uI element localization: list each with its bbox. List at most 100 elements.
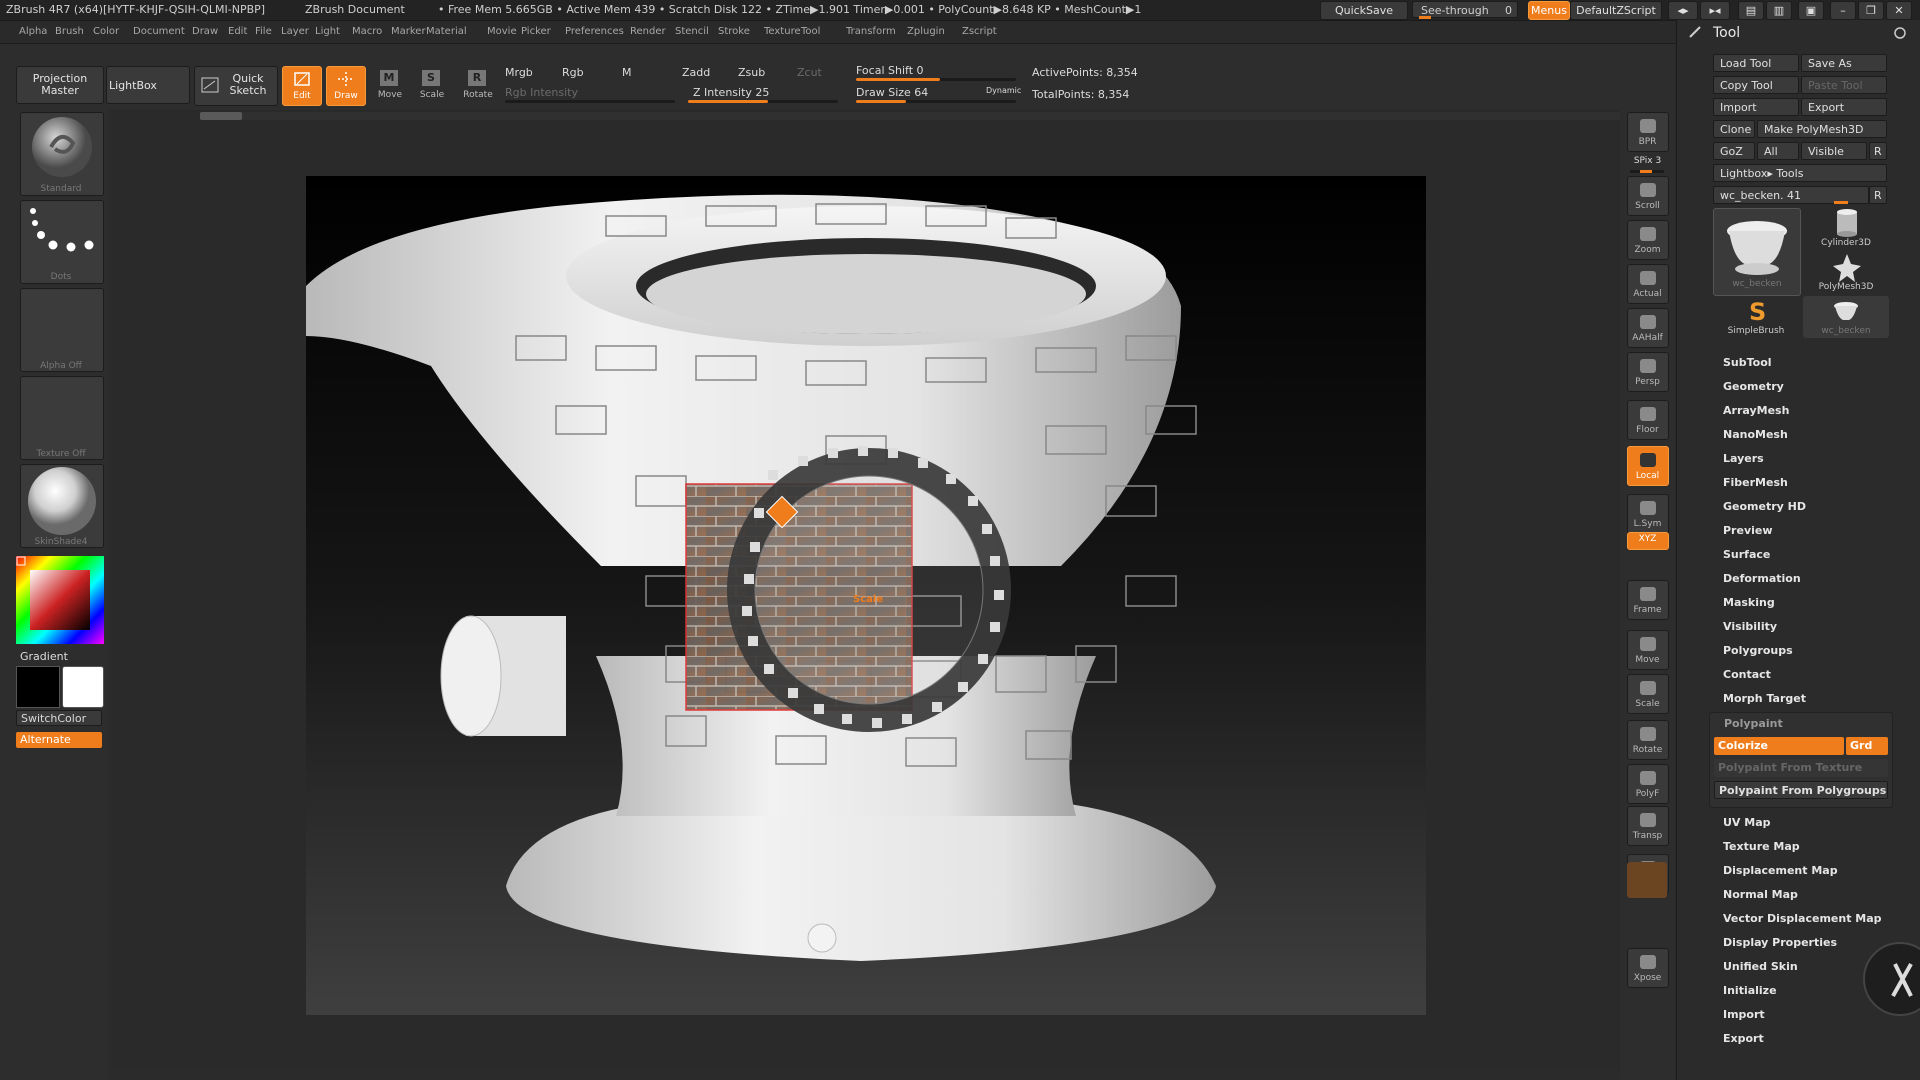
draw-size-slider[interactable]: Draw Size 64 (856, 86, 928, 99)
layout2-icon[interactable]: ▥ (1766, 1, 1792, 20)
texture-selector[interactable] (20, 376, 104, 460)
dynamic-solo-block[interactable] (1627, 862, 1667, 898)
menu-picker[interactable]: Picker (521, 26, 551, 37)
scroll-button[interactable]: Scroll (1627, 176, 1669, 216)
tool-thumb-cylinder3d[interactable]: Cylinder3D (1803, 208, 1889, 250)
floor-button[interactable]: Floor (1627, 400, 1669, 440)
dynamic-toggle[interactable]: Dynamic (986, 86, 1021, 95)
actual-button[interactable]: Actual (1627, 264, 1669, 304)
xpose-button[interactable]: Xpose (1627, 948, 1669, 988)
document-viewport[interactable]: Scale (306, 176, 1426, 1015)
import-button[interactable]: Import (1713, 98, 1799, 116)
local-button[interactable]: Local (1627, 446, 1669, 486)
section-export-sub[interactable]: Export (1723, 1032, 1764, 1045)
menu-preferences[interactable]: Preferences (565, 26, 624, 37)
secondary-color-swatch[interactable] (62, 666, 104, 708)
bpr-button[interactable]: BPR (1627, 112, 1669, 152)
lightbox-tools-button[interactable]: Lightbox▸ Tools (1713, 164, 1887, 182)
polypaint-from-texture-button[interactable]: Polypaint From Texture (1714, 759, 1888, 777)
draw-size-track[interactable] (856, 100, 1016, 103)
menu-zscript[interactable]: Zscript (962, 26, 997, 37)
section-masking[interactable]: Masking (1723, 596, 1775, 609)
section-unified-skin[interactable]: Unified Skin (1723, 960, 1798, 973)
rgb-toggle[interactable]: Rgb (562, 66, 584, 79)
section-texture-map[interactable]: Texture Map (1723, 840, 1800, 853)
zcut-toggle[interactable]: Zcut (797, 66, 822, 79)
m-toggle[interactable]: M (622, 66, 632, 79)
make-polymesh3d-button[interactable]: Make PolyMesh3D (1757, 120, 1887, 138)
goz-visible-button[interactable]: Visible (1801, 142, 1867, 160)
palette-pin-icon[interactable] (1687, 24, 1703, 40)
menu-stencil[interactable]: Stencil (675, 26, 709, 37)
spix-track[interactable] (1630, 170, 1664, 173)
rgb-intensity-slider[interactable]: Rgb Intensity (505, 86, 578, 99)
goz-all-button[interactable]: All (1757, 142, 1799, 160)
zadd-toggle[interactable]: Zadd (682, 66, 710, 79)
scale-button[interactable]: S Scale (414, 68, 450, 104)
menu-alpha[interactable]: Alpha (19, 26, 47, 37)
section-import-sub[interactable]: Import (1723, 1008, 1765, 1021)
menu-color[interactable]: Color (93, 26, 119, 37)
section-normal-map[interactable]: Normal Map (1723, 888, 1798, 901)
minimize-icon[interactable]: – (1830, 1, 1856, 20)
polypaint-title[interactable]: Polypaint (1724, 717, 1783, 730)
lightbox-button[interactable]: LightBox (106, 66, 190, 104)
polypaint-from-polygroups-button[interactable]: Polypaint From Polygroups (1714, 781, 1888, 799)
load-tool-button[interactable]: Load Tool (1713, 54, 1799, 72)
lock-icon[interactable]: ▣ (1798, 1, 1824, 20)
tool-thumb-wc-becken-main[interactable]: wc_becken (1713, 208, 1801, 296)
menu-edit[interactable]: Edit (228, 26, 247, 37)
section-vector-displacement-map[interactable]: Vector Displacement Map (1723, 912, 1882, 925)
goz-r-button[interactable]: R (1869, 142, 1887, 160)
zsub-toggle[interactable]: Zsub (738, 66, 765, 79)
menu-document[interactable]: Document (133, 26, 185, 37)
section-preview[interactable]: Preview (1723, 524, 1773, 537)
current-tool-slider[interactable]: wc_becken. 41 (1713, 186, 1869, 204)
quicksave-button[interactable]: QuickSave (1320, 1, 1408, 20)
menu-render[interactable]: Render (630, 26, 666, 37)
layout-icon[interactable]: ▤ (1738, 1, 1764, 20)
colorize-toggle[interactable]: Colorize (1714, 737, 1844, 755)
section-subtool[interactable]: SubTool (1723, 356, 1772, 369)
menu-draw[interactable]: Draw (192, 26, 218, 37)
menu-texture[interactable]: Texture (764, 26, 801, 37)
section-arraymesh[interactable]: ArrayMesh (1723, 404, 1789, 417)
section-nanomesh[interactable]: NanoMesh (1723, 428, 1788, 441)
menu-stroke[interactable]: Stroke (718, 26, 750, 37)
section-surface[interactable]: Surface (1723, 548, 1770, 561)
main-color-swatch[interactable] (16, 666, 60, 708)
menu-zplugin[interactable]: Zplugin (907, 26, 945, 37)
default-zscript-button[interactable]: DefaultZScript (1570, 1, 1662, 20)
current-tool-r-button[interactable]: R (1869, 186, 1887, 204)
move-button[interactable]: Move (1627, 630, 1669, 670)
color-picker[interactable] (16, 556, 104, 644)
maximize-icon[interactable]: ❐ (1858, 1, 1884, 20)
draw-button[interactable]: Draw (326, 66, 366, 106)
save-as-button[interactable]: Save As (1801, 54, 1887, 72)
menu-light[interactable]: Light (315, 26, 340, 37)
tool-thumb-polymesh3d[interactable]: PolyMesh3D (1803, 252, 1889, 294)
clone-button[interactable]: Clone (1713, 120, 1755, 138)
tool-thumb-wc-becken-2[interactable]: wc_becken (1803, 296, 1889, 338)
spix-slider[interactable]: SPix 3 (1620, 156, 1675, 166)
transp-button[interactable]: Transp (1627, 806, 1669, 846)
section-initialize[interactable]: Initialize (1723, 984, 1777, 997)
section-fibermesh[interactable]: FiberMesh (1723, 476, 1788, 489)
menu-layer[interactable]: Layer (281, 26, 309, 37)
z-intensity-slider[interactable]: Z Intensity 25 (693, 86, 769, 99)
focal-shift-slider[interactable]: Focal Shift 0 (856, 64, 924, 77)
alternate-button[interactable]: Alternate (16, 732, 102, 748)
quick-sketch-button[interactable]: Quick Sketch (194, 66, 278, 106)
frame-button[interactable]: Frame (1627, 580, 1669, 620)
section-contact[interactable]: Contact (1723, 668, 1771, 681)
polyf-button[interactable]: PolyF (1627, 764, 1669, 804)
menu-transform[interactable]: Transform (846, 26, 896, 37)
paste-tool-button[interactable]: Paste Tool (1801, 76, 1887, 94)
section-visibility[interactable]: Visibility (1723, 620, 1777, 633)
l-sym-button[interactable]: L.Sym (1627, 494, 1669, 534)
move-button[interactable]: M Move (372, 68, 408, 104)
goz-button[interactable]: GoZ (1713, 142, 1755, 160)
menu-brush[interactable]: Brush (55, 26, 84, 37)
section-uv-map[interactable]: UV Map (1723, 816, 1771, 829)
menu-macro[interactable]: Macro (352, 26, 382, 37)
